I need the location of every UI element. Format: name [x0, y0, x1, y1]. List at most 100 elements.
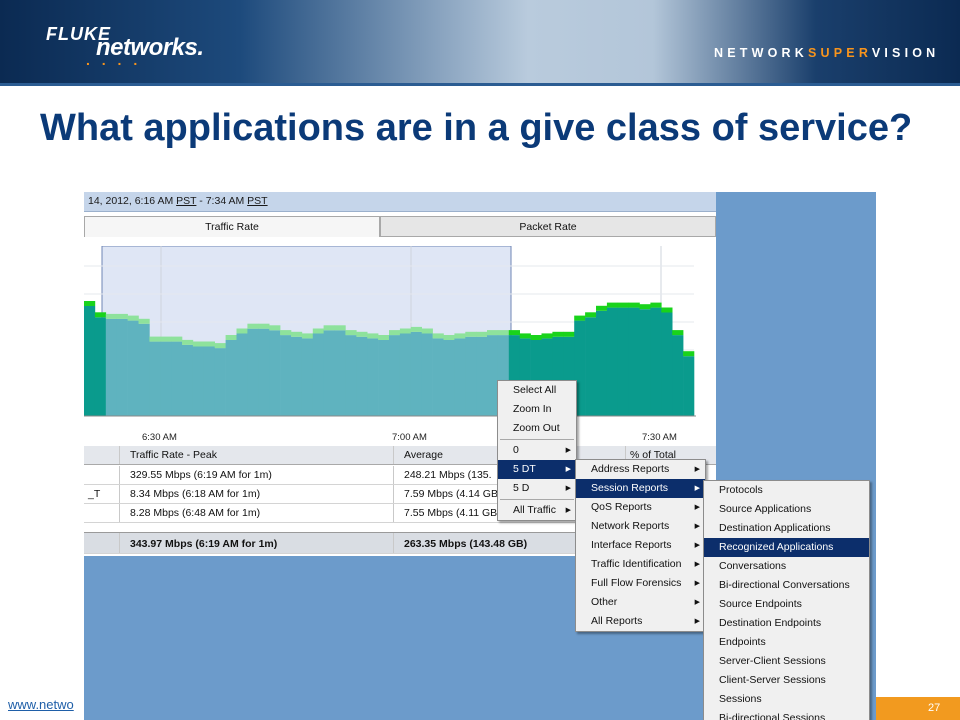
- column-header[interactable]: [84, 446, 120, 464]
- traffic-bar[interactable]: [399, 333, 412, 417]
- traffic-bar[interactable]: [269, 330, 281, 416]
- session-menu-item[interactable]: Bi-directional Conversations: [704, 576, 869, 595]
- traffic-bar[interactable]: [105, 318, 117, 416]
- reports-menu-item[interactable]: All Reports ▶: [576, 612, 705, 631]
- reports-menu-item[interactable]: Network Reports ▶: [576, 517, 705, 536]
- session-menu-item[interactable]: Protocols: [704, 481, 869, 500]
- traffic-bar[interactable]: [182, 344, 194, 416]
- session-menu-item[interactable]: Destination Endpoints: [704, 614, 869, 633]
- session-menu-item[interactable]: Destination Applications: [704, 519, 869, 538]
- traffic-bar[interactable]: [312, 333, 324, 417]
- traffic-bar[interactable]: [443, 340, 455, 416]
- reports-menu-item[interactable]: Other ▶: [576, 593, 705, 612]
- tagline-super: SUPER: [807, 46, 872, 60]
- session-menu-item[interactable]: Server-Client Sessions: [704, 652, 869, 671]
- traffic-bar[interactable]: [410, 331, 422, 416]
- traffic-bar-peak-cap: [596, 305, 608, 311]
- menu-item-zoom-out[interactable]: Zoom Out: [498, 419, 576, 438]
- traffic-bar[interactable]: [225, 340, 237, 416]
- reports-menu-item[interactable]: Session Reports ▶: [576, 479, 705, 498]
- footer-website-link[interactable]: www.netwo: [8, 697, 74, 712]
- traffic-bar[interactable]: [192, 346, 205, 417]
- traffic-bar[interactable]: [465, 336, 477, 416]
- traffic-bar[interactable]: [149, 341, 161, 416]
- traffic-bar[interactable]: [171, 341, 183, 416]
- traffic-bar[interactable]: [661, 312, 673, 417]
- traffic-bar[interactable]: [214, 348, 226, 416]
- traffic-bar-peak-cap: [628, 302, 640, 308]
- traffic-bar[interactable]: [236, 333, 248, 417]
- traffic-bar[interactable]: [160, 341, 172, 416]
- submenu-arrow-icon: ▶: [694, 485, 700, 492]
- traffic-bar[interactable]: [585, 317, 597, 416]
- traffic-bar[interactable]: [432, 338, 444, 416]
- time-tick-label: 6:30 AM: [142, 432, 177, 443]
- traffic-bar-peak-cap: [192, 341, 205, 347]
- traffic-bar[interactable]: [596, 310, 608, 416]
- traffic-bar-peak-cap: [541, 333, 553, 339]
- traffic-bar[interactable]: [138, 323, 150, 416]
- traffic-bar[interactable]: [258, 328, 270, 416]
- traffic-bar[interactable]: [367, 338, 379, 416]
- menu-item-zoom-in[interactable]: Zoom In: [498, 400, 576, 419]
- session-menu-item[interactable]: Source Applications: [704, 500, 869, 519]
- traffic-chart[interactable]: [84, 246, 716, 428]
- session-menu-item[interactable]: Endpoints: [704, 633, 869, 652]
- menu-item-5-d[interactable]: 5 D ▶: [498, 479, 576, 498]
- traffic-bar[interactable]: [683, 356, 695, 416]
- session-menu-item[interactable]: Sessions: [704, 690, 869, 709]
- traffic-bar[interactable]: [116, 318, 128, 416]
- traffic-bar[interactable]: [291, 336, 303, 416]
- session-menu-item[interactable]: Conversations: [704, 557, 869, 576]
- session-menu-item[interactable]: Client-Server Sessions: [704, 671, 869, 690]
- traffic-bar[interactable]: [356, 336, 368, 416]
- traffic-chart-svg[interactable]: [84, 246, 716, 428]
- reports-menu-item[interactable]: Interface Reports ▶: [576, 536, 705, 555]
- menu-item-all-traffic[interactable]: All Traffic ▶: [498, 501, 576, 520]
- reports-menu-item[interactable]: Traffic Identification ▶: [576, 555, 705, 574]
- traffic-bar[interactable]: [672, 335, 684, 416]
- traffic-bar[interactable]: [203, 346, 215, 417]
- traffic-bar[interactable]: [280, 335, 292, 416]
- traffic-bar[interactable]: [476, 336, 488, 416]
- traffic-bar[interactable]: [127, 320, 139, 416]
- menu-item-0[interactable]: 0 ▶: [498, 441, 576, 460]
- column-header-peak[interactable]: Traffic Rate - Peak: [120, 446, 394, 464]
- traffic-bar[interactable]: [389, 335, 401, 416]
- slide-title: What applications are in a give class of…: [40, 107, 913, 149]
- traffic-bar[interactable]: [454, 338, 466, 416]
- traffic-bar[interactable]: [323, 330, 335, 416]
- traffic-bar[interactable]: [639, 309, 651, 416]
- traffic-bar-peak-cap: [301, 333, 314, 339]
- reports-menu-item[interactable]: Full Flow Forensics ▶: [576, 574, 705, 593]
- traffic-bar[interactable]: [345, 335, 357, 416]
- menu-item-5-dt[interactable]: 5 DT ▶: [498, 460, 576, 479]
- traffic-bar-peak-cap: [258, 323, 270, 329]
- traffic-bar[interactable]: [650, 307, 662, 416]
- submenu-arrow-icon: ▶: [694, 618, 700, 625]
- menu-item-select-all[interactable]: Select All: [498, 381, 576, 400]
- traffic-bar-peak-cap: [291, 331, 303, 337]
- traffic-bar[interactable]: [628, 307, 640, 416]
- traffic-bar-peak-cap: [345, 330, 357, 336]
- traffic-bar[interactable]: [421, 333, 433, 417]
- reports-menu-item[interactable]: Address Reports ▶: [576, 460, 705, 479]
- session-menu-item[interactable]: Source Endpoints: [704, 595, 869, 614]
- traffic-bar-peak-cap: [639, 304, 651, 310]
- reports-menu-item[interactable]: QoS Reports ▶: [576, 498, 705, 517]
- traffic-bar[interactable]: [247, 328, 259, 416]
- menu-item-label: Conversations: [719, 560, 787, 572]
- submenu-arrow-icon: ▶: [694, 561, 700, 568]
- traffic-bar[interactable]: [334, 330, 346, 416]
- tab-traffic-rate[interactable]: Traffic Rate: [84, 216, 380, 237]
- session-menu-item[interactable]: Recognized Applications: [704, 538, 869, 557]
- session-menu-item[interactable]: Bi-directional Sessions: [704, 709, 869, 720]
- traffic-bar[interactable]: [606, 307, 619, 416]
- traffic-bar[interactable]: [617, 307, 629, 416]
- session-reports-submenu: Protocols Source Applications Destination …: [703, 480, 870, 720]
- traffic-bar[interactable]: [84, 306, 96, 416]
- traffic-bar[interactable]: [301, 338, 314, 416]
- traffic-bar[interactable]: [378, 340, 390, 416]
- traffic-bar[interactable]: [94, 317, 107, 416]
- tab-packet-rate[interactable]: Packet Rate: [380, 216, 716, 237]
